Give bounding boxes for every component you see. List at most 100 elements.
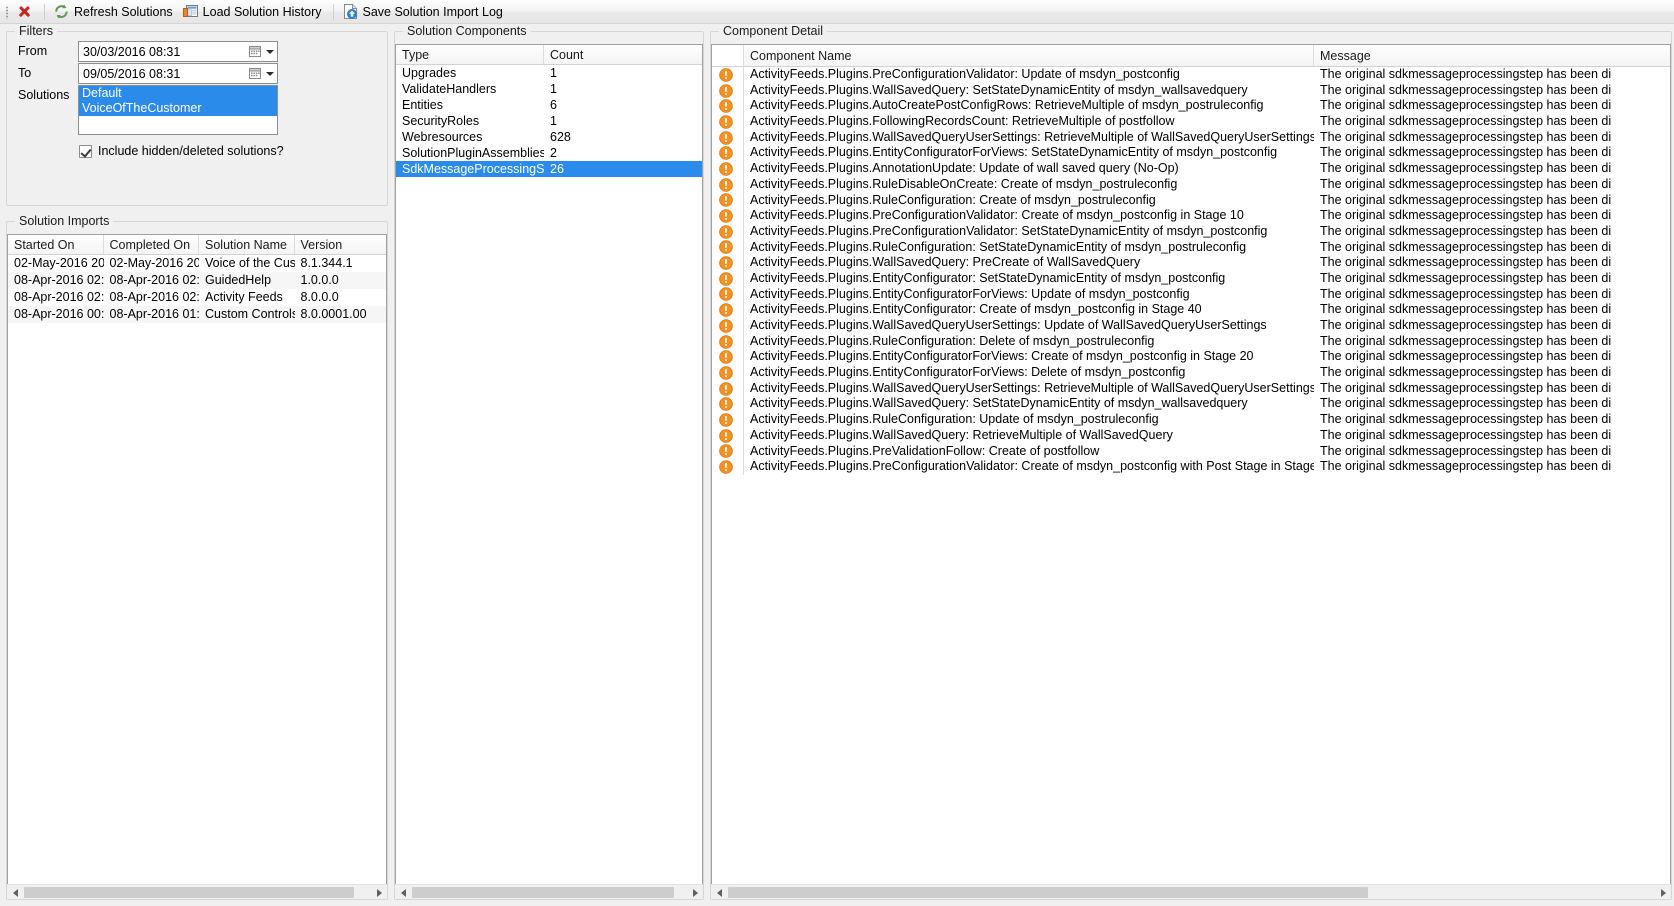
table-row-selected[interactable]: SdkMessageProcessingSteps 26 — [396, 161, 702, 177]
column-header[interactable]: Completed On — [104, 235, 199, 254]
include-hidden-checkbox[interactable] — [79, 144, 92, 158]
hscroll-thumb[interactable] — [412, 887, 674, 898]
table-row[interactable]: SolutionPluginAssemblies 2 — [396, 145, 702, 161]
warning-icon — [719, 240, 733, 255]
table-row[interactable]: ActivityFeeds.Plugins.EntityConfigurator… — [712, 365, 1670, 381]
scroll-right-icon[interactable] — [1655, 885, 1671, 900]
component-count-cell: 6 — [550, 98, 557, 112]
table-row[interactable]: ActivityFeeds.Plugins.PreConfigurationVa… — [712, 223, 1670, 240]
save-log-icon — [342, 3, 359, 20]
hscroll-thumb[interactable] — [24, 887, 354, 898]
table-row[interactable]: ActivityFeeds.Plugins.WallSavedQueryUser… — [712, 380, 1670, 397]
solution-imports-hscrollbar[interactable] — [7, 884, 387, 899]
component-type-cell: Webresources — [402, 130, 483, 144]
table-row[interactable]: ActivityFeeds.Plugins.EntityConfigurator… — [712, 349, 1670, 366]
table-row[interactable]: ActivityFeeds.Plugins.EntityConfigurator… — [712, 286, 1670, 303]
table-row[interactable]: ValidateHandlers 1 — [396, 81, 702, 97]
table-row[interactable]: ActivityFeeds.Plugins.RuleConfiguration:… — [712, 412, 1670, 428]
column-header[interactable]: Version — [295, 235, 387, 254]
refresh-icon — [53, 3, 70, 20]
from-datetime-picker[interactable]: 30/03/2016 08:31 — [78, 41, 278, 62]
solution-components-hscrollbar[interactable] — [395, 884, 703, 899]
component-type-cell: Upgrades — [402, 66, 457, 80]
component-name-cell: ActivityFeeds.Plugins.AnnotationUpdate: … — [750, 161, 1179, 176]
table-row[interactable]: ActivityFeeds.Plugins.PreConfigurationVa… — [712, 67, 1670, 83]
hscroll-thumb[interactable] — [728, 887, 1368, 898]
column-header[interactable]: Count — [544, 45, 702, 64]
table-row[interactable]: ActivityFeeds.Plugins.WallSavedQueryUser… — [712, 129, 1670, 146]
to-dropdown-arrow-icon[interactable] — [263, 64, 276, 83]
refresh-solutions-button[interactable]: Refresh Solutions — [50, 1, 179, 23]
message-cell: The original sdkmessageprocessingstep ha… — [1320, 302, 1612, 317]
load-solution-history-button[interactable]: Load Solution History — [179, 1, 328, 23]
component-detail-grid[interactable]: Component Name Message ActivityFeeds.Plug… — [711, 44, 1671, 898]
table-row[interactable]: ActivityFeeds.Plugins.RuleConfiguration:… — [712, 192, 1670, 209]
save-solution-import-log-button[interactable]: Save Solution Import Log — [339, 1, 509, 23]
table-row[interactable]: Webresources 628 — [396, 129, 702, 145]
from-dropdown-arrow-icon[interactable] — [263, 42, 276, 61]
table-row[interactable]: ActivityFeeds.Plugins.WallSavedQueryUser… — [712, 318, 1670, 334]
message-cell: The original sdkmessageprocessingstep ha… — [1320, 239, 1612, 254]
table-row[interactable]: Entities 6 — [396, 97, 702, 113]
table-row[interactable]: ActivityFeeds.Plugins.EntityConfigurator… — [712, 270, 1670, 287]
table-row[interactable]: ActivityFeeds.Plugins.PreValidationFollo… — [712, 443, 1670, 460]
component-name-cell: ActivityFeeds.Plugins.EntityConfigurator… — [750, 270, 1226, 285]
table-row[interactable]: ActivityFeeds.Plugins.PreConfigurationVa… — [712, 459, 1670, 475]
column-header[interactable]: Type — [396, 45, 544, 64]
solution-imports-body: 02-May-2016 20:53 02-May-2016 20:57 Voice … — [8, 255, 386, 323]
scroll-right-icon[interactable] — [687, 885, 703, 900]
message-cell: The original sdkmessageprocessingstep ha… — [1320, 459, 1612, 474]
component-count-cell: 2 — [550, 146, 557, 160]
table-row[interactable]: ActivityFeeds.Plugins.WallSavedQuery: Re… — [712, 427, 1670, 444]
solutions-listbox[interactable]: Default VoiceOfTheCustomer — [78, 85, 278, 135]
table-row[interactable]: ActivityFeeds.Plugins.RuleDisableOnCreat… — [712, 176, 1670, 193]
scroll-right-icon[interactable] — [371, 885, 387, 900]
table-row[interactable]: ActivityFeeds.Plugins.RuleConfiguration:… — [712, 239, 1670, 256]
column-header[interactable]: Started On — [8, 235, 104, 254]
table-cell: 08-Apr-2016 02:11 — [14, 273, 104, 287]
column-header[interactable]: Solution Name — [199, 235, 295, 254]
table-row[interactable]: ActivityFeeds.Plugins.WallSavedQuery: Se… — [712, 82, 1670, 99]
component-detail-group: Component Detail Component Name Message A… — [710, 24, 1672, 900]
table-row[interactable]: ActivityFeeds.Plugins.EntityConfigurator… — [712, 302, 1670, 318]
table-row[interactable]: 02-May-2016 20:53 02-May-2016 20:57 Voice … — [8, 255, 386, 272]
table-row[interactable]: ActivityFeeds.Plugins.AnnotationUpdate: … — [712, 161, 1670, 177]
table-row[interactable]: 08-Apr-2016 02:09 08-Apr-2016 02:11 Activi… — [8, 289, 386, 306]
table-row[interactable]: 08-Apr-2016 00:59 08-Apr-2016 01:00 Custom… — [8, 306, 386, 323]
solution-imports-grid[interactable]: Started On Completed On Solution Name Versi… — [7, 234, 387, 898]
to-datetime-buttons[interactable] — [248, 64, 276, 83]
toolbar-grip[interactable] — [3, 3, 11, 21]
table-row[interactable]: SecurityRoles 1 — [396, 113, 702, 129]
table-row[interactable]: ActivityFeeds.Plugins.WallSavedQuery: Pr… — [712, 255, 1670, 271]
table-row[interactable]: ActivityFeeds.Plugins.WallSavedQuery: Se… — [712, 396, 1670, 413]
message-cell: The original sdkmessageprocessingstep ha… — [1320, 286, 1612, 301]
table-cell: 08-Apr-2016 01:00 — [109, 307, 200, 321]
component-detail-hscrollbar[interactable] — [711, 884, 1671, 899]
table-row[interactable]: 08-Apr-2016 02:11 08-Apr-2016 02:11 Guided… — [8, 272, 386, 289]
scroll-left-icon[interactable] — [711, 885, 727, 900]
solutions-label: Solutions — [18, 88, 70, 102]
scroll-left-icon[interactable] — [7, 885, 23, 900]
table-row[interactable]: ActivityFeeds.Plugins.FollowingRecordsCo… — [712, 114, 1670, 130]
toolbar-separator-2 — [332, 3, 334, 20]
table-row[interactable]: Upgrades 1 — [396, 65, 702, 81]
solutions-list-item[interactable]: VoiceOfTheCustomer — [79, 101, 277, 116]
calendar-icon — [248, 66, 263, 81]
table-row[interactable]: ActivityFeeds.Plugins.RuleConfiguration:… — [712, 333, 1670, 350]
include-hidden-row[interactable]: Include hidden/deleted solutions? — [79, 144, 284, 158]
from-datetime-buttons[interactable] — [248, 42, 276, 61]
to-datetime-picker[interactable]: 09/05/2016 08:31 — [78, 63, 278, 84]
icon-column-header — [712, 45, 744, 66]
table-row[interactable]: ActivityFeeds.Plugins.EntityConfigurator… — [712, 145, 1670, 162]
message-cell: The original sdkmessageprocessingstep ha… — [1320, 318, 1612, 332]
solutions-list-item[interactable]: Default — [79, 86, 277, 101]
table-row[interactable]: ActivityFeeds.Plugins.AutoCreatePostConf… — [712, 98, 1670, 115]
column-header[interactable]: Component Name — [744, 45, 1314, 66]
scroll-left-icon[interactable] — [395, 885, 411, 900]
column-header[interactable]: Message — [1314, 45, 1670, 66]
table-row[interactable]: ActivityFeeds.Plugins.PreConfigurationVa… — [712, 208, 1670, 224]
close-button[interactable] — [13, 1, 39, 23]
row-icon-cell — [712, 427, 744, 444]
solution-components-grid[interactable]: Type Count Upgrades 1 ValidateHandlers 1 Enti… — [395, 44, 703, 898]
warning-icon — [719, 397, 733, 412]
